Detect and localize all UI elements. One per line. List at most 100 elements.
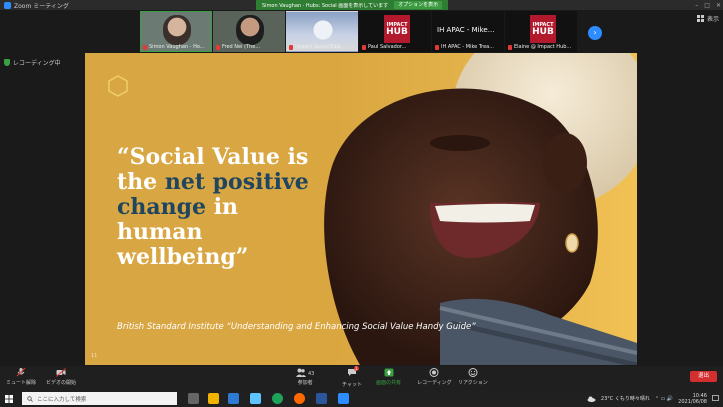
participant-photo [309, 15, 337, 45]
windows-taskbar: ここに入力して検索 23°C くもり時々晴れ ⌃ ▭ 🔊 10:46 2021/… [0, 390, 723, 407]
mic-muted-icon [289, 44, 293, 50]
impact-hub-logo: IMPACT HUB [530, 15, 556, 43]
task-view-icon[interactable] [188, 393, 199, 404]
maximize-button[interactable]: □ [704, 2, 710, 9]
window-controls: – □ ✕ [695, 0, 721, 10]
participant-tile[interactable]: IH APAC - Mike... IH APAC - Mike Trea... [432, 11, 504, 52]
participant-video [236, 15, 264, 45]
participant-label: Elaine @ Impact Hub... [508, 44, 571, 50]
firefox-icon[interactable] [294, 393, 305, 404]
window-titlebar: Zoom ミーティング Simon Vaughan · Hubs: Social… [0, 0, 723, 10]
participants-label: 参加者 [297, 380, 313, 386]
participant-name: Simon Vaughan - Ho... [149, 44, 205, 50]
start-video-button[interactable]: ビデオの開始 [46, 368, 76, 386]
meeting-stage: レコーディング中 表示 Simon Vaughan - Ho... Fred N… [0, 10, 723, 367]
security-shield-icon[interactable] [4, 59, 10, 66]
view-options-button[interactable]: オプションを表示 [394, 1, 443, 9]
minimize-button[interactable]: – [695, 2, 698, 9]
mic-muted-icon [143, 44, 147, 50]
start-video-label: ビデオの開始 [46, 380, 77, 386]
mic-muted-icon [216, 44, 220, 50]
record-icon [429, 368, 439, 377]
next-page-button[interactable]: › [588, 26, 602, 40]
mic-muted-icon [508, 44, 512, 50]
participant-tile[interactable]: Impact Social Eale [286, 11, 358, 52]
view-label: 表示 [706, 16, 719, 23]
share-screen-button[interactable]: 画面の共有 [376, 368, 401, 386]
participant-tile[interactable]: IMPACT HUB Elaine @ Impact Hub... [505, 11, 577, 52]
grid-view-icon [696, 15, 704, 22]
participant-label: Impact Social Eale [289, 44, 341, 50]
store-icon[interactable] [250, 393, 261, 404]
zoom-taskbar-icon[interactable] [338, 393, 349, 404]
search-placeholder: ここに入力して検索 [37, 396, 87, 403]
participants-count: 43 [308, 370, 315, 377]
reactions-label: リアクション [458, 380, 488, 386]
chat-unread-badge: 1 [353, 366, 359, 371]
participant-name: Impact Social Eale [295, 44, 341, 50]
participant-name: IH APAC - Mike Trea... [441, 44, 495, 50]
chat-label: チャット [342, 382, 362, 388]
slide-page-number: 11 [91, 353, 98, 359]
meeting-toolbar: ミュート解除 ビデオの開始 43 参加者 1 チャット 画面の共有 レコーディン… [0, 366, 723, 390]
participant-strip: Simon Vaughan - Ho... Fred Nei (The... I… [140, 11, 577, 52]
recording-status-text: レコーディング中 [13, 60, 61, 67]
share-screen-label: 画面の共有 [376, 380, 402, 386]
share-status-text: Simon Vaughan · Hubs: Social 画面を表示しています [262, 2, 389, 9]
chat-button[interactable]: 1 チャット [342, 366, 362, 388]
file-explorer-icon[interactable] [208, 393, 219, 404]
mic-muted-icon [362, 44, 366, 50]
leave-meeting-button[interactable]: 退出 [690, 371, 717, 382]
weather-text[interactable]: 23°C くもり時々晴れ [601, 395, 650, 402]
participant-label: Simon Vaughan - Ho... [143, 44, 205, 50]
reactions-button[interactable]: リアクション [458, 368, 488, 386]
clock-date: 2021/06/08 [678, 398, 707, 405]
record-button[interactable]: レコーディング [417, 368, 452, 386]
participants-icon [296, 368, 306, 377]
logo-line2: HUB [386, 26, 408, 37]
view-button[interactable]: 表示 [696, 14, 719, 23]
record-label: レコーディング [417, 380, 452, 386]
slide-quote: “Social Value is the net positive change… [117, 145, 317, 270]
logo-line2: HUB [532, 26, 554, 37]
share-screen-icon [384, 368, 393, 377]
participant-label: Paul Salvador... [362, 44, 406, 50]
participant-label: IH APAC - Mike Trea... [435, 44, 494, 50]
clock[interactable]: 10:46 2021/06/08 [678, 393, 707, 405]
close-button[interactable]: ✕ [716, 2, 721, 9]
participants-icon-row: 43 [296, 368, 314, 379]
participant-tile[interactable]: IMPACT HUB Paul Salvador... [359, 11, 431, 52]
participant-name: Paul Salvador... [368, 44, 407, 50]
taskbar-search-box[interactable]: ここに入力して検索 [22, 392, 177, 405]
video-camera-off-icon [56, 368, 66, 377]
woman-portrait-image [324, 53, 637, 365]
chat-icon-wrap: 1 [347, 366, 359, 381]
app-title-text: Zoom ミーティング [14, 2, 69, 10]
participant-name: Elaine @ Impact Hub... [514, 44, 572, 50]
start-button[interactable] [0, 390, 18, 407]
unmute-label: ミュート解除 [6, 380, 37, 386]
notification-icon[interactable] [712, 395, 719, 402]
recording-status: レコーディング中 [4, 58, 61, 67]
chevron-right-icon: › [593, 28, 597, 37]
shared-slide: “Social Value is the net positive change… [85, 53, 637, 365]
participants-button[interactable]: 43 参加者 [296, 368, 314, 386]
weather-cloud-icon [587, 396, 596, 402]
windows-logo-icon [5, 394, 13, 403]
word-icon[interactable] [316, 393, 327, 404]
hexagon-logo-icon [108, 75, 128, 97]
screen-share-banner: Simon Vaughan · Hubs: Social 画面を表示しています … [256, 0, 449, 10]
participant-tile[interactable]: Fred Nei (The... [213, 11, 285, 52]
participant-name: Fred Nei (The... [222, 44, 261, 50]
microphone-muted-icon [16, 368, 26, 377]
tray-icons[interactable]: ⌃ ▭ 🔊 [655, 396, 673, 402]
system-tray: 23°C くもり時々晴れ ⌃ ▭ 🔊 10:46 2021/06/08 [587, 392, 719, 405]
participant-display-name: IH APAC - Mike... [437, 26, 495, 34]
smiley-icon [468, 368, 478, 377]
edge-browser-icon[interactable] [272, 393, 283, 404]
unmute-button[interactable]: ミュート解除 [6, 368, 36, 386]
participant-video [163, 15, 191, 45]
mail-icon[interactable] [228, 393, 239, 404]
participant-tile[interactable]: Simon Vaughan - Ho... [140, 11, 212, 52]
search-icon [27, 395, 33, 402]
